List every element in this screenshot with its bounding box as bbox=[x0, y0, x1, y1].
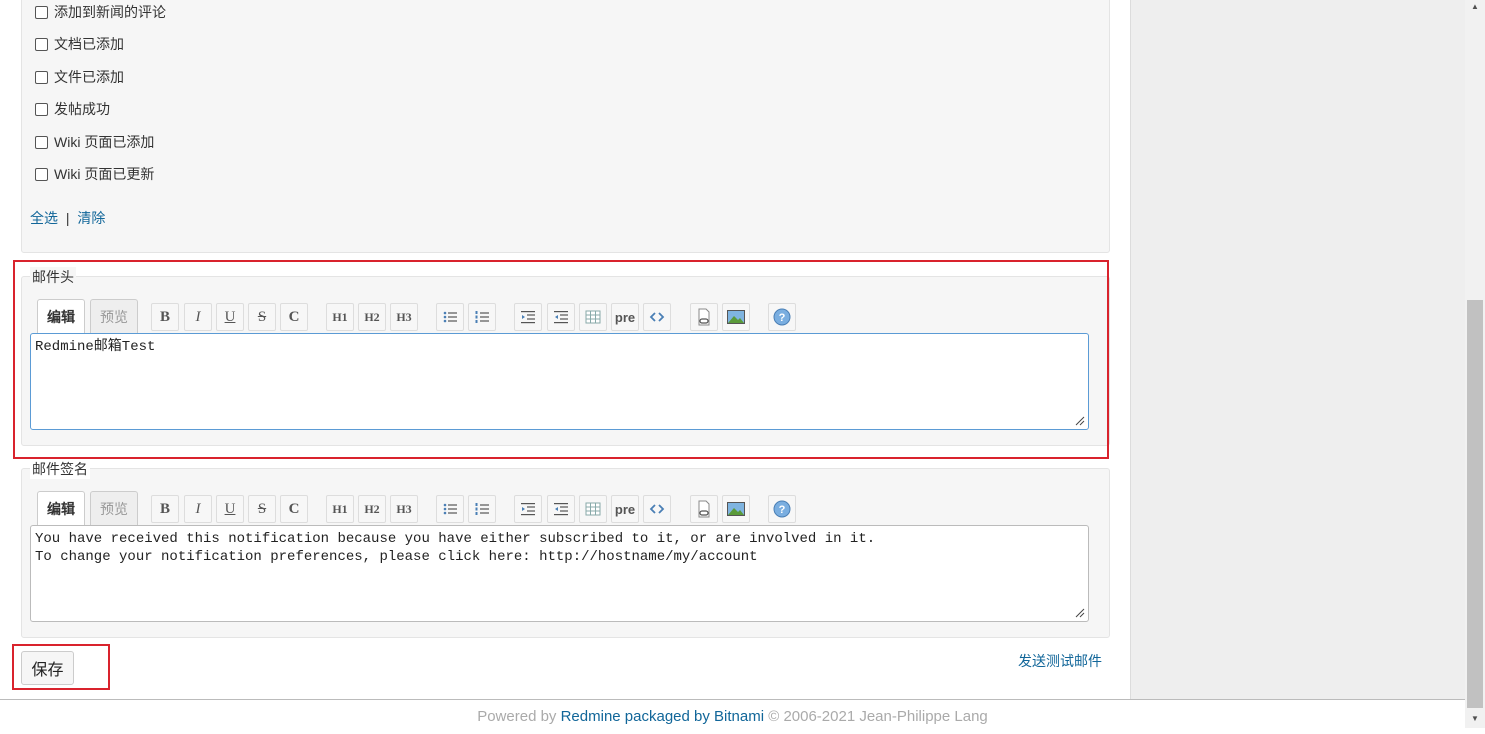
checkbox-label: 文件已添加 bbox=[54, 69, 124, 85]
checkbox[interactable] bbox=[35, 135, 48, 149]
code-highlight-icon[interactable] bbox=[643, 495, 671, 523]
checkbox-label: Wiki 页面已更新 bbox=[54, 166, 155, 182]
redmine-link[interactable]: Redmine packaged by Bitnami bbox=[561, 708, 764, 725]
bold-icon[interactable]: B bbox=[151, 495, 179, 523]
scroll-down-icon[interactable]: ▼ bbox=[1465, 712, 1485, 726]
italic-icon[interactable]: I bbox=[184, 495, 212, 523]
underline-icon[interactable]: U bbox=[216, 495, 244, 523]
select-toggle-links: 全选 | 清除 bbox=[30, 208, 105, 228]
table-icon[interactable] bbox=[579, 495, 607, 523]
highlight-email-header bbox=[13, 260, 1109, 459]
checkbox-row[interactable]: 文档已添加 bbox=[35, 34, 124, 54]
checkbox-row[interactable]: 发帖成功 bbox=[35, 99, 110, 119]
ordered-list-icon[interactable] bbox=[468, 495, 496, 523]
copyright-text: © 2006-2021 Jean-Philippe Lang bbox=[768, 708, 988, 725]
checkbox[interactable] bbox=[35, 102, 48, 116]
inline-code-icon[interactable]: C bbox=[280, 495, 308, 523]
pre-icon[interactable]: pre bbox=[611, 495, 639, 523]
link-icon[interactable] bbox=[690, 495, 718, 523]
highlight-save-button bbox=[12, 644, 110, 690]
tab-preview[interactable]: 预览 bbox=[90, 491, 138, 525]
resize-grip-icon[interactable] bbox=[1075, 608, 1085, 618]
heading2-icon[interactable]: H2 bbox=[358, 495, 386, 523]
heading1-icon[interactable]: H1 bbox=[326, 495, 354, 523]
checkbox[interactable] bbox=[35, 5, 48, 19]
link-separator: | bbox=[65, 210, 70, 226]
checkbox-row[interactable]: Wiki 页面已更新 bbox=[35, 164, 154, 184]
scroll-up-icon[interactable]: ▲ bbox=[1465, 0, 1485, 14]
scrollbar-thumb[interactable] bbox=[1467, 300, 1483, 708]
checkbox-row[interactable]: 添加到新闻的评论 bbox=[35, 2, 166, 22]
unquote-icon[interactable] bbox=[547, 495, 575, 523]
checkbox-row[interactable]: Wiki 页面已添加 bbox=[35, 132, 154, 152]
sidebar bbox=[1130, 0, 1466, 699]
clear-link[interactable]: 清除 bbox=[77, 210, 105, 226]
checkbox[interactable] bbox=[35, 37, 48, 51]
notification-events-panel bbox=[21, 0, 1110, 253]
email-signature-textarea[interactable]: You have received this notification beca… bbox=[30, 525, 1089, 622]
checkbox-label: 添加到新闻的评论 bbox=[54, 4, 166, 20]
checkbox[interactable] bbox=[35, 70, 48, 84]
powered-by-text: Powered by bbox=[477, 708, 557, 725]
checkbox-label: 文档已添加 bbox=[54, 36, 124, 52]
image-icon[interactable] bbox=[722, 495, 750, 523]
strikethrough-icon[interactable]: S bbox=[248, 495, 276, 523]
email-signature-legend: 邮件签名 bbox=[30, 459, 90, 479]
checkbox-label: 发帖成功 bbox=[54, 101, 110, 117]
checkbox-label: Wiki 页面已添加 bbox=[54, 134, 155, 150]
unordered-list-icon[interactable] bbox=[436, 495, 464, 523]
main-content: 添加到新闻的评论 文档已添加 文件已添加 发帖成功 Wiki 页面已添加 Wik… bbox=[0, 0, 1130, 699]
checkbox[interactable] bbox=[35, 167, 48, 181]
svg-text:?: ? bbox=[779, 504, 786, 516]
vertical-scrollbar[interactable]: ▲ ▼ bbox=[1465, 0, 1485, 728]
help-icon[interactable]: ? bbox=[768, 495, 796, 523]
heading3-icon[interactable]: H3 bbox=[390, 495, 418, 523]
page-footer: Powered by Redmine packaged by Bitnami ©… bbox=[0, 699, 1465, 729]
tab-edit[interactable]: 编辑 bbox=[37, 491, 85, 526]
send-test-email-link[interactable]: 发送测试邮件 bbox=[1018, 651, 1102, 671]
quote-icon[interactable] bbox=[514, 495, 542, 523]
select-all-link[interactable]: 全选 bbox=[30, 210, 58, 226]
checkbox-row[interactable]: 文件已添加 bbox=[35, 67, 124, 87]
